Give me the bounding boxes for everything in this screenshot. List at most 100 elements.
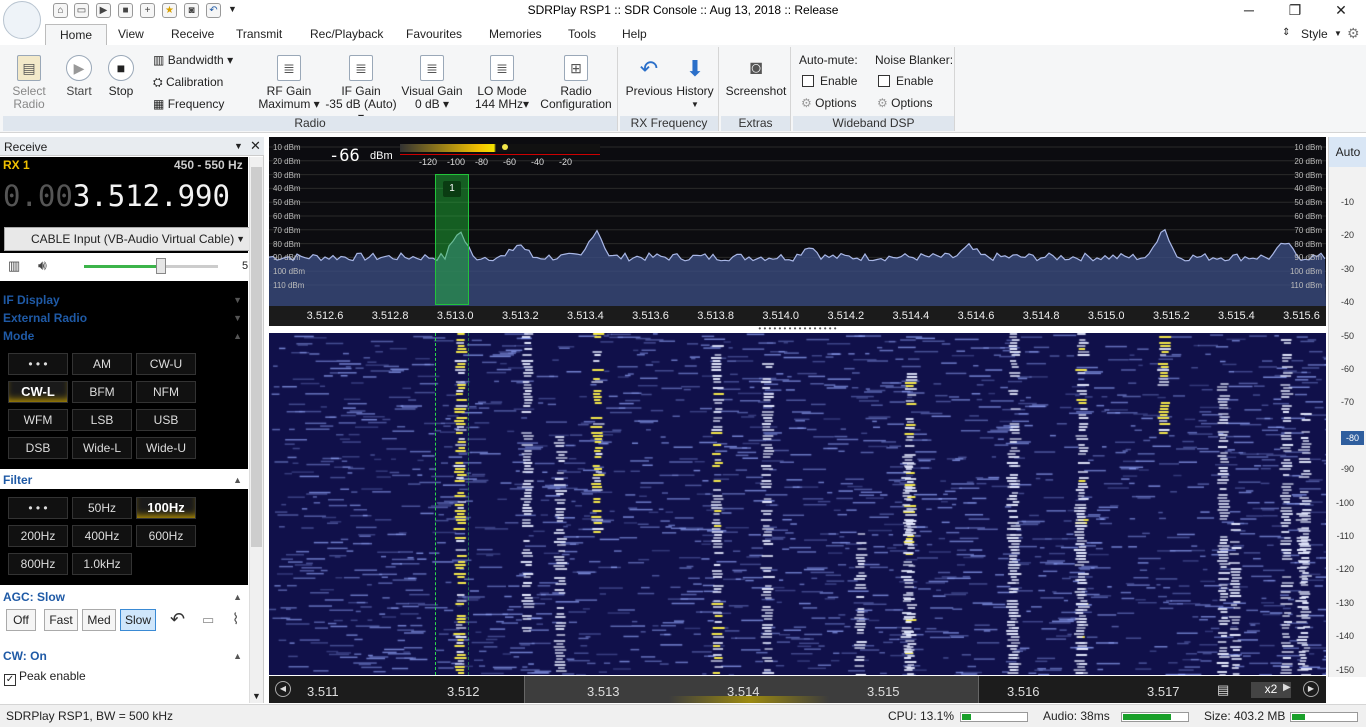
window-title: SDRPlay RSP1 :: SDR Console :: Aug 13, 2… bbox=[527, 3, 839, 17]
radio-configuration-button[interactable]: ⊞ Radio Configuration bbox=[535, 55, 617, 111]
visual-gain-button[interactable]: ≣ Visual Gain 0 dB ▾ bbox=[401, 55, 463, 111]
band-overview-bar[interactable]: ◀ 3.511 3.512 3.513 3.514 3.515 3.516 3.517 ▤ … bbox=[269, 676, 1326, 703]
waterfall-display[interactable] bbox=[269, 333, 1326, 675]
scrollbar-thumb[interactable] bbox=[251, 167, 262, 547]
bandwidth-button[interactable]: ▥ Bandwidth ▾ bbox=[153, 53, 233, 67]
mode-cw-u-button[interactable]: CW-U bbox=[136, 353, 196, 375]
settings-icon[interactable]: ⚙ bbox=[1347, 25, 1360, 42]
status-audio: Audio: 38ms bbox=[1043, 709, 1110, 723]
app-logo[interactable] bbox=[3, 1, 41, 39]
section-if-display[interactable]: IF Display ▼ bbox=[0, 291, 248, 309]
agc-undo-icon[interactable]: ↶ bbox=[170, 609, 185, 630]
auto-mute-options-button[interactable]: ⚙ Options bbox=[801, 96, 856, 110]
frequency-axis[interactable]: 3.512.6 3.512.8 3.513.0 3.513.2 3.513.4 3.513… bbox=[269, 306, 1326, 326]
filter-200hz-button[interactable]: 200Hz bbox=[8, 525, 68, 547]
style-arrows-icon[interactable]: ⇕ bbox=[1282, 27, 1290, 38]
receive-panel-scrollbar[interactable]: ▼ bbox=[249, 157, 263, 703]
panel-dropdown-icon[interactable]: ▼ bbox=[234, 141, 243, 151]
agc-config-icon[interactable]: ▭ bbox=[202, 612, 214, 628]
stop-button[interactable]: ■ Stop bbox=[101, 55, 141, 98]
mode-wide-l-button[interactable]: Wide-L bbox=[72, 437, 132, 459]
screenshot-button[interactable]: ◙ Screenshot bbox=[723, 55, 789, 98]
mode-bfm-button[interactable]: BFM bbox=[72, 381, 132, 403]
vfo-marker[interactable]: 1 bbox=[435, 174, 469, 305]
panel-close-icon[interactable]: ✕ bbox=[250, 138, 261, 154]
previous-button[interactable]: ↶ Previous bbox=[624, 55, 674, 98]
close-button[interactable]: ✕ bbox=[1318, 0, 1364, 22]
filter-1-0khz-button[interactable]: 1.0kHz bbox=[72, 553, 132, 575]
section-filter[interactable]: Filter ▲ bbox=[0, 471, 248, 489]
filter-800hz-button[interactable]: 800Hz bbox=[8, 553, 68, 575]
scroll-right-icon[interactable]: ▶ bbox=[1303, 681, 1319, 697]
volume-slider[interactable] bbox=[84, 258, 218, 274]
screenshot-label: Screenshot bbox=[725, 84, 787, 98]
section-agc[interactable]: AGC: Slow ▲ bbox=[0, 588, 248, 606]
zoom-next-icon[interactable]: ▶ bbox=[1283, 682, 1291, 693]
noise-blanker-options-button[interactable]: ⚙ Options bbox=[877, 96, 932, 110]
frequency-tick: 3.514.6 bbox=[957, 310, 995, 322]
filter-more-button[interactable]: • • • bbox=[8, 497, 68, 519]
tab-memories[interactable]: Memories bbox=[489, 27, 542, 41]
tab-favourites[interactable]: Favourites bbox=[406, 27, 462, 41]
start-button[interactable]: ▶ Start bbox=[59, 55, 99, 98]
scroll-left-icon[interactable]: ◀ bbox=[275, 681, 291, 697]
tab-receive[interactable]: Receive bbox=[171, 27, 214, 41]
peak-enable-checkbox[interactable]: ✓ Peak enable bbox=[4, 669, 86, 686]
vfo-frequency[interactable]: 0.003.512.990 bbox=[3, 179, 230, 213]
splitter[interactable]: • • • • • • • • • • • • • • • • bbox=[269, 325, 1326, 333]
receive-panel: Receive ▼ ✕ RX 1 450 - 550 Hz 0.003.512.… bbox=[0, 137, 264, 703]
speaker-icon[interactable]: 🔊︎ bbox=[38, 257, 47, 274]
minimize-button[interactable]: ─ bbox=[1226, 0, 1272, 22]
waterfall-level-scale[interactable]: Auto -10 -20 -30 -40 -50 -60 -70 -80 -90 -100 -110… bbox=[1328, 137, 1366, 677]
filter-50hz-button[interactable]: 50Hz bbox=[72, 497, 132, 519]
agc-fast-button[interactable]: Fast bbox=[44, 609, 78, 631]
mode-wfm-button[interactable]: WFM bbox=[8, 409, 68, 431]
filter-100hz-button[interactable]: 100Hz bbox=[136, 497, 196, 519]
mode-more-button[interactable]: • • • bbox=[8, 353, 68, 375]
mode-am-button[interactable]: AM bbox=[72, 353, 132, 375]
maximize-button[interactable]: ❐ bbox=[1272, 0, 1318, 22]
agc-slow-button[interactable]: Slow bbox=[120, 609, 156, 631]
tab-rec-playback[interactable]: Rec/Playback bbox=[310, 27, 383, 41]
calibration-button[interactable]: ⛭ Calibration bbox=[153, 75, 223, 90]
rf-gain-button[interactable]: ≣ RF Gain Maximum ▾ bbox=[257, 55, 321, 111]
filter-600hz-button[interactable]: 600Hz bbox=[136, 525, 196, 547]
agc-med-button[interactable]: Med bbox=[82, 609, 116, 631]
meter-icon[interactable]: ▥ bbox=[8, 258, 20, 274]
level-tick: -140 bbox=[1335, 631, 1354, 642]
audio-input-select[interactable]: CABLE Input (VB-Audio Virtual Cable) ▼ bbox=[4, 227, 250, 251]
style-menu[interactable]: Style bbox=[1301, 27, 1328, 41]
style-dropdown-icon[interactable]: ▼ bbox=[1334, 29, 1342, 38]
section-external-radio[interactable]: External Radio ▼ bbox=[0, 309, 248, 327]
volume-slider-thumb[interactable] bbox=[156, 258, 166, 274]
filter-400hz-button[interactable]: 400Hz bbox=[72, 525, 132, 547]
bandwidth-range: 450 - 550 Hz bbox=[174, 158, 243, 172]
frequency-button[interactable]: ▦ Frequency bbox=[153, 97, 224, 111]
mode-wide-u-button[interactable]: Wide-U bbox=[136, 437, 196, 459]
agc-graph-icon[interactable]: ⌇ bbox=[232, 610, 239, 628]
lo-mode-button[interactable]: ≣ LO Mode 144 MHz▾ bbox=[469, 55, 535, 111]
noise-blanker-enable-checkbox[interactable]: Enable bbox=[878, 74, 933, 88]
history-button[interactable]: ⬇ History ▼ bbox=[673, 55, 717, 111]
keyboard-icon[interactable]: ▤ bbox=[1217, 682, 1229, 698]
mode-usb-button[interactable]: USB bbox=[136, 409, 196, 431]
tab-transmit[interactable]: Transmit bbox=[236, 27, 282, 41]
tab-tools[interactable]: Tools bbox=[568, 27, 596, 41]
mode-dsb-button[interactable]: DSB bbox=[8, 437, 68, 459]
spectrum-display[interactable]: -66 dBm -120 -100 -80 -60 -40 -20 10 dBm 20 dB… bbox=[269, 137, 1326, 306]
mode-cw-l-button[interactable]: CW-L bbox=[8, 381, 68, 403]
if-gain-button[interactable]: ≣ IF Gain -35 dB (Auto) ▾ bbox=[321, 55, 401, 124]
scroll-down-icon[interactable]: ▼ bbox=[252, 691, 261, 701]
tab-view[interactable]: View bbox=[118, 27, 144, 41]
auto-mute-enable-checkbox[interactable]: Enable bbox=[802, 74, 857, 88]
level-tick[interactable]: -80 bbox=[1340, 430, 1364, 445]
mode-nfm-button[interactable]: NFM bbox=[136, 381, 196, 403]
tab-home[interactable]: Home bbox=[45, 24, 108, 47]
section-cw[interactable]: CW: On ▲ bbox=[0, 647, 248, 665]
mode-lsb-button[interactable]: LSB bbox=[72, 409, 132, 431]
section-mode[interactable]: Mode ▲ bbox=[0, 327, 248, 345]
select-radio-button[interactable]: ▤ Select Radio bbox=[7, 55, 51, 111]
auto-level-button[interactable]: Auto bbox=[1329, 137, 1366, 167]
agc-off-button[interactable]: Off bbox=[6, 609, 36, 631]
tab-help[interactable]: Help bbox=[622, 27, 647, 41]
